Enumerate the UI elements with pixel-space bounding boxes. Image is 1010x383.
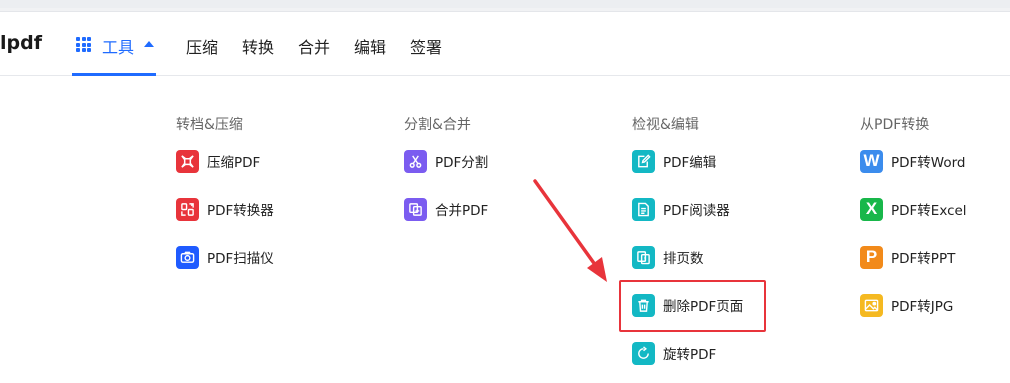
menu-item-rotate-pdf[interactable]: 旋转PDF — [632, 341, 716, 365]
menu-item-pdf-converter[interactable]: PDF转换器 — [176, 197, 274, 221]
menu-item-pdf-to-word[interactable]: W PDF转Word — [860, 149, 966, 173]
menu-item-pdf-to-excel[interactable]: X PDF转Excel — [860, 197, 967, 221]
menu-item-compress-pdf[interactable]: 压缩PDF — [176, 149, 260, 173]
word-letter: W — [863, 151, 880, 170]
word-icon: W — [860, 149, 883, 173]
menu-item-label: PDF转Word — [891, 155, 966, 171]
edit-icon — [632, 149, 655, 173]
menu-item-label: PDF编辑 — [663, 155, 717, 171]
camera-icon — [176, 245, 199, 269]
reader-icon — [632, 197, 655, 221]
ppt-letter: P — [865, 247, 878, 266]
menu-item-label: PDF扫描仪 — [207, 251, 274, 267]
nav-merge[interactable]: 合并 — [298, 34, 330, 58]
tools-menu-button[interactable]: 工具 — [72, 13, 156, 76]
menu-item-label: 合并PDF — [435, 203, 489, 219]
menu-item-label: PDF阅读器 — [663, 203, 730, 219]
image-icon — [860, 293, 883, 317]
menu-item-pdf-scanner[interactable]: PDF扫描仪 — [176, 245, 274, 269]
menu-item-pdf-to-jpg[interactable]: PDF转JPG — [860, 293, 953, 317]
grid-icon — [76, 37, 91, 52]
menu-item-label: PDF转PPT — [891, 251, 956, 267]
top-navigation: lpdf 工具 压缩 转换 合并 编辑 签署 — [0, 13, 1010, 76]
ppt-icon: P — [860, 245, 883, 269]
menu-item-label: PDF转Excel — [891, 203, 967, 219]
column-title-from-pdf: 从PDF转换 — [860, 117, 930, 133]
scissors-icon — [404, 149, 427, 173]
page-number-icon — [632, 245, 655, 269]
menu-item-label: PDF分割 — [435, 155, 489, 171]
nav-convert[interactable]: 转换 — [242, 34, 274, 58]
convert-icon — [176, 197, 199, 221]
column-title-convert-compress: 转档&压缩 — [176, 117, 243, 133]
nav-edit[interactable]: 编辑 — [354, 34, 386, 58]
menu-item-label: PDF转换器 — [207, 203, 274, 219]
menu-item-pdf-reader[interactable]: PDF阅读器 — [632, 197, 730, 221]
compress-icon — [176, 149, 199, 173]
menu-item-label: 排页数 — [663, 251, 704, 267]
excel-letter: X — [865, 199, 878, 218]
address-bar-edge — [0, 0, 1010, 8]
menu-item-pdf-to-ppt[interactable]: P PDF转PPT — [860, 245, 955, 269]
menu-item-pdf-split[interactable]: PDF分割 — [404, 149, 488, 173]
menu-item-label: 压缩PDF — [207, 155, 261, 171]
menu-item-pdf-edit[interactable]: PDF编辑 — [632, 149, 716, 173]
excel-icon: X — [860, 197, 883, 221]
menu-item-label: 旋转PDF — [663, 347, 717, 363]
menu-item-page-numbers[interactable]: 排页数 — [632, 245, 704, 269]
nav-compress[interactable]: 压缩 — [186, 34, 218, 58]
brand-logo[interactable]: lpdf — [0, 32, 42, 54]
menu-item-label: PDF转JPG — [891, 299, 954, 315]
menu-item-merge-pdf[interactable]: 合并PDF — [404, 197, 488, 221]
highlight-box — [619, 280, 766, 332]
tools-label: 工具 — [102, 38, 135, 57]
merge-icon — [404, 197, 427, 221]
column-title-view-edit: 检视&编辑 — [632, 117, 699, 133]
rotate-icon — [632, 341, 655, 365]
browser-top-strip — [0, 0, 1010, 12]
nav-sign[interactable]: 签署 — [410, 34, 442, 58]
column-title-split-merge: 分割&合并 — [404, 117, 471, 133]
caret-up-icon — [144, 41, 154, 47]
